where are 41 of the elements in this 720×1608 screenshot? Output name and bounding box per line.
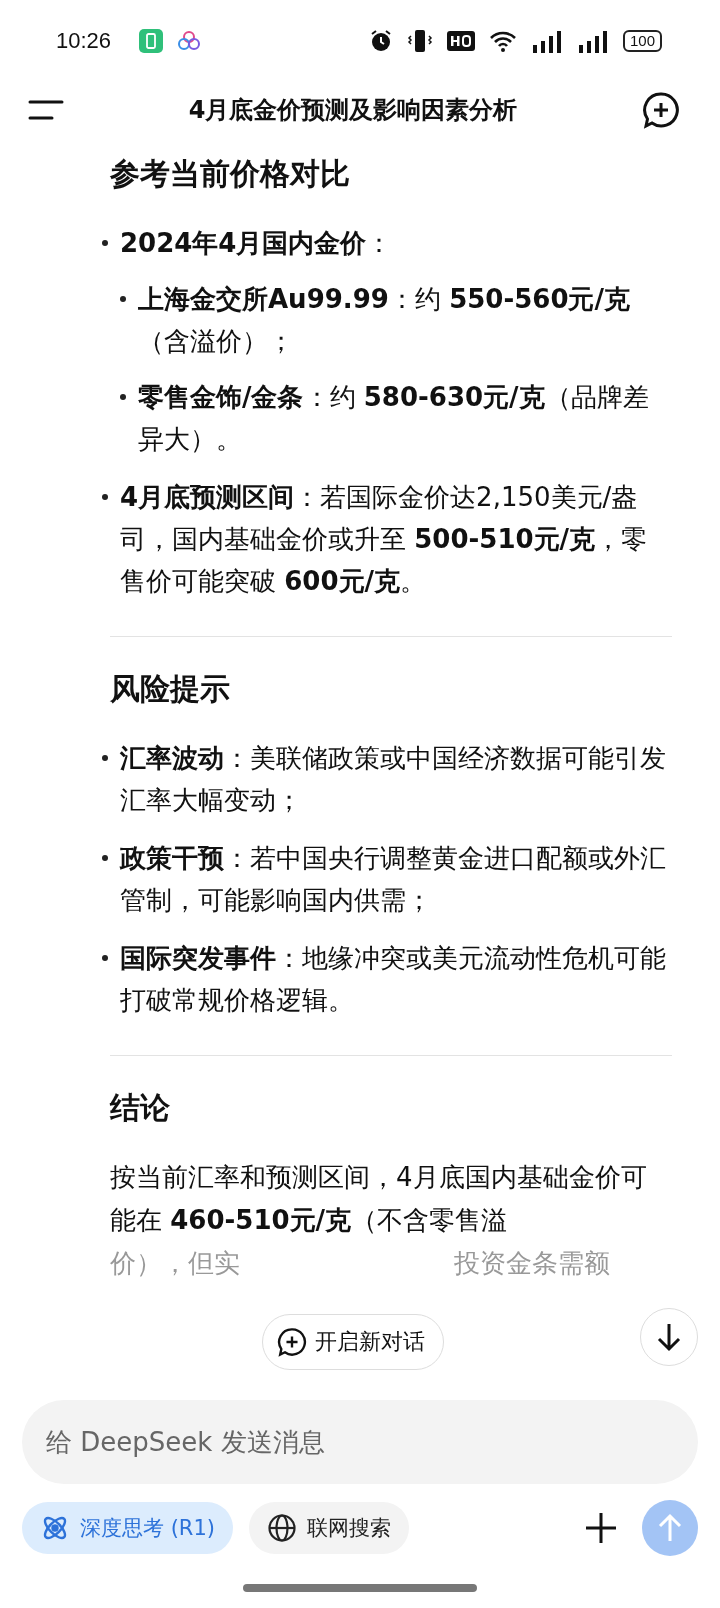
list-item-text: 零售金饰/金条：约 580-630元/克（品牌差异大）。 [138,381,650,456]
battery-app-icon [139,29,164,53]
bullet-icon [120,296,126,302]
bullet-icon [102,494,108,500]
message-input[interactable]: 给 DeepSeek 发送消息 [22,1400,698,1484]
bullet-icon [102,855,108,861]
mode-toggle[interactable]: 深度思考 (R1) [22,1502,233,1554]
new-chat-button[interactable]: 开启新对话 [262,1314,444,1370]
section-heading: 结论 [110,1089,171,1127]
list-item-text: 国际突发事件：地缘冲突或美元流动性危机可能打破常规价格逻辑。 [120,942,667,1017]
conclusion-text: 按当前汇率和预测区间，4月底国内基础金价可能在 460-510元/克（不含零售溢 [110,1161,648,1237]
new-chat-icon [277,1327,307,1357]
hd-icon [446,31,475,51]
wifi-icon [488,30,517,52]
battery-level: 100 [622,30,662,52]
mode-toggle[interactable]: 联网搜索 [249,1502,409,1554]
bullet-icon [102,240,108,246]
globe-icon [267,1513,297,1543]
status-time: 10:26 [56,28,112,54]
arrow-down-icon [656,1322,682,1352]
faded-text: 价），但实 [110,1247,240,1280]
plus-icon [585,1512,617,1544]
signal-icon [530,29,563,53]
arrow-up-icon [658,1513,682,1543]
signal-icon [576,29,609,53]
bullet-icon [120,394,126,400]
faded-text: 投资金条需额 [454,1247,610,1280]
section-heading: 风险提示 [110,670,231,708]
bullet-icon [102,955,108,961]
bullet-icon [102,755,108,761]
list-item-text: 汇率波动：美联储政策或中国经济数据可能引发汇率大幅变动； [120,742,667,817]
section-heading: 参考当前价格对比 [110,155,351,193]
vibrate-icon [406,28,433,54]
list-item-text: 政策干预：若中国央行调整黄金进口配额或外汇管制，可能影响国内供需； [120,842,667,917]
app-icon [177,30,202,52]
new-chat-icon[interactable] [642,91,680,129]
chat-title: 4月底金价预测及影响因素分析 [188,95,518,126]
list-item-text: 4月底预测区间：若国际金价达2,150美元/盎司，国内基础金价或升至 500-510元/克，零售价可能突破 600元/克。 [120,481,649,598]
list-item-text: 2024年4月国内金价： [120,227,394,260]
list-item-text: 上海金交所Au99.99：约 550-560元/克（含溢价）； [138,283,631,358]
menu-icon[interactable] [28,98,64,122]
